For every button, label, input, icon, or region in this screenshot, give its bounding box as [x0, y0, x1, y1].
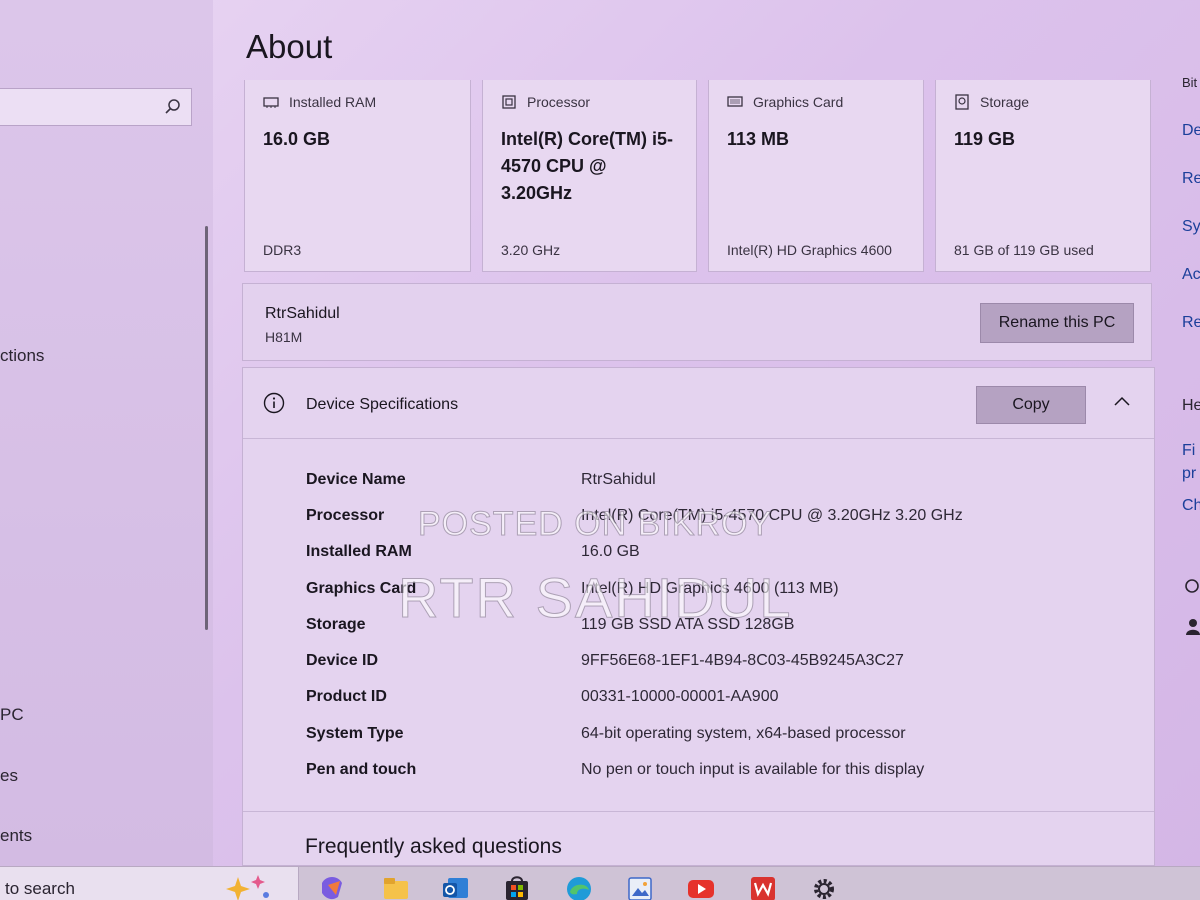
related-link-fragment[interactable]: De	[1182, 122, 1200, 140]
photos-icon[interactable]	[626, 875, 654, 900]
spec-label: Storage	[306, 616, 366, 633]
settings-gear-icon[interactable]	[810, 875, 838, 900]
card-label: Processor	[527, 94, 591, 110]
spec-label: System Type	[306, 725, 404, 742]
settings-left-nav: ctions PC es ents	[0, 0, 213, 866]
related-link-fragment[interactable]: Re	[1182, 170, 1200, 188]
settings-search-input[interactable]	[0, 88, 192, 126]
spec-row: Device Name RtrSahidul	[306, 471, 1126, 495]
feedback-icon[interactable]	[1184, 578, 1200, 594]
spec-label: Product ID	[306, 688, 387, 705]
ram-icon	[263, 97, 279, 108]
storage-icon	[955, 94, 969, 110]
nav-item-fragment[interactable]: ctions	[0, 346, 44, 366]
file-explorer-icon[interactable]	[382, 875, 410, 900]
card-value: 113 MB	[727, 129, 790, 149]
nav-item-fragment[interactable]: ents	[0, 826, 32, 846]
card-subtext: DDR3	[263, 242, 302, 258]
spec-card-processor: Processor Intel(R) Core(TM) i5-4570 CPU …	[482, 80, 697, 272]
related-link-fragment[interactable]: Ch	[1182, 497, 1200, 515]
spec-value: 119 GB SSD ATA SSD 128GB	[581, 616, 795, 633]
related-link-fragment[interactable]: Re	[1182, 314, 1200, 332]
device-model: H81M	[265, 329, 303, 345]
spec-value: 16.0 GB	[581, 543, 640, 560]
edge-icon[interactable]	[565, 875, 593, 900]
nav-scrollbar[interactable]	[205, 226, 208, 630]
spec-row: System Type 64-bit operating system, x64…	[306, 725, 1126, 749]
device-name-bar: RtrSahidul H81M Rename this PC	[242, 283, 1152, 361]
page-title: About	[246, 28, 333, 65]
spec-label: Device ID	[306, 652, 379, 669]
device-specifications-panel: Device Specifications Copy Device Name R…	[242, 367, 1155, 866]
copy-button[interactable]: Copy	[976, 386, 1086, 424]
divider	[243, 811, 1154, 812]
microsoft-store-icon[interactable]	[503, 875, 531, 900]
nav-item-fragment[interactable]: es	[0, 766, 18, 786]
taskbar-search-placeholder: to search	[5, 879, 75, 898]
spec-label: Installed RAM	[306, 543, 412, 560]
card-label: Installed RAM	[289, 94, 377, 110]
youtube-icon[interactable]	[687, 875, 715, 900]
spec-row: Installed RAM 16.0 GB	[306, 543, 1126, 567]
device-specifications-title: Device Specifications	[306, 396, 459, 413]
device-specifications-header[interactable]: Device Specifications Copy	[243, 368, 1154, 439]
processor-icon	[502, 95, 516, 109]
spec-label: Processor	[306, 507, 385, 524]
spec-value: 00331-10000-00001-AA900	[581, 688, 779, 705]
copilot-app-icon[interactable]	[318, 875, 346, 900]
related-link-fragment[interactable]: Sys	[1182, 218, 1200, 236]
spec-row: Product ID 00331-10000-00001-AA900	[306, 688, 1126, 712]
spec-value: 64-bit operating system, x64-based proce…	[581, 725, 906, 742]
spec-card-storage: Storage 119 GB 81 GB of 119 GB used	[935, 80, 1151, 272]
spec-label: Graphics Card	[306, 580, 417, 597]
rename-pc-button[interactable]: Rename this PC	[980, 303, 1134, 343]
card-subtext: Intel(R) HD Graphics 4600	[727, 242, 892, 258]
spec-card-ram: Installed RAM 16.0 GB DDR3	[244, 80, 471, 272]
card-subtext: 3.20 GHz	[501, 242, 561, 258]
user-icon[interactable]	[1186, 618, 1200, 636]
related-link-fragment[interactable]: Ac	[1182, 266, 1200, 284]
spec-value: Intel(R) Core(TM) i5-4570 CPU @ 3.20GHz …	[581, 507, 963, 524]
nav-item-fragment[interactable]: PC	[0, 705, 24, 725]
chevron-up-icon[interactable]	[1113, 394, 1131, 408]
spec-row: Storage 119 GB SSD ATA SSD 128GB	[306, 616, 1126, 640]
device-name: RtrSahidul	[265, 305, 340, 322]
search-icon	[165, 99, 180, 114]
spec-row: Processor Intel(R) Core(TM) i5-4570 CPU …	[306, 507, 1126, 531]
card-label: Graphics Card	[753, 94, 844, 110]
related-heading-fragment: He	[1182, 397, 1200, 414]
spec-row: Device ID 9FF56E68-1EF1-4B94-8C03-45B924…	[306, 652, 1126, 676]
taskbar: to search	[0, 866, 1200, 900]
spec-card-graphics: Graphics Card 113 MB Intel(R) HD Graphic…	[708, 80, 924, 272]
card-label: Storage	[980, 94, 1030, 110]
spec-value: No pen or touch input is available for t…	[581, 761, 925, 778]
card-value: Intel(R) Core(TM) i5-4570 CPU @ 3.20GHz	[501, 129, 673, 203]
copilot-sparkle-icon[interactable]	[222, 873, 274, 900]
graphics-card-icon	[727, 96, 743, 107]
card-value: 16.0 GB	[263, 129, 331, 149]
related-fragment: Bit	[1182, 75, 1198, 90]
outlook-icon[interactable]	[442, 875, 470, 900]
related-link-fragment[interactable]: Fi	[1182, 442, 1195, 460]
card-subtext: 81 GB of 119 GB used	[954, 242, 1094, 258]
spec-value: Intel(R) HD Graphics 4600 (113 MB)	[581, 580, 839, 597]
card-value: 119 GB	[954, 129, 1016, 149]
spec-value: 9FF56E68-1EF1-4B94-8C03-45B9245A3C27	[581, 652, 904, 669]
spec-row: Pen and touch No pen or touch input is a…	[306, 761, 1126, 785]
info-icon	[263, 392, 285, 414]
spec-label: Pen and touch	[306, 761, 417, 778]
taskbar-search-box[interactable]: to search	[0, 867, 299, 900]
faq-heading[interactable]: Frequently asked questions	[305, 835, 562, 859]
spec-label: Device Name	[306, 471, 406, 488]
spec-row: Graphics Card Intel(R) HD Graphics 4600 …	[306, 580, 1126, 604]
related-link-fragment[interactable]: pr	[1182, 465, 1196, 483]
spec-value: RtrSahidul	[581, 471, 656, 488]
wps-office-icon[interactable]	[749, 875, 777, 900]
